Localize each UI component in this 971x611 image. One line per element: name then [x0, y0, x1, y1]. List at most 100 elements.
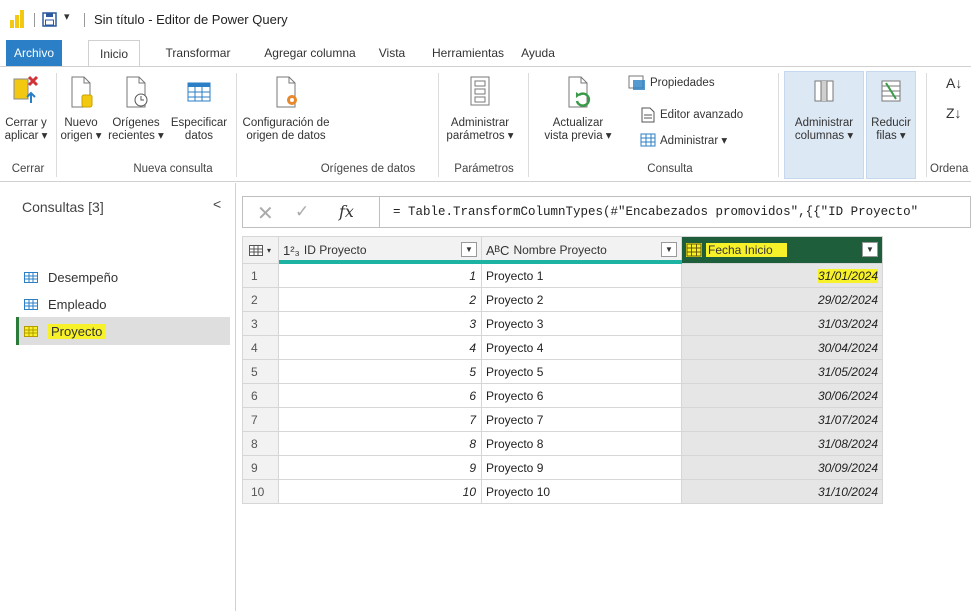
cell-id[interactable]: 6 — [278, 383, 482, 408]
cell-id[interactable]: 9 — [278, 455, 482, 480]
tab-transformar[interactable]: Transformar — [152, 40, 244, 66]
group-label-sort: Ordena — [930, 163, 969, 175]
cell-date[interactable]: 29/02/2024 — [681, 287, 883, 312]
cell-id[interactable]: 3 — [278, 311, 482, 336]
row-number[interactable]: 10 — [242, 479, 279, 504]
cell-date[interactable]: 31/10/2024 — [681, 479, 883, 504]
cell-date[interactable]: 31/08/2024 — [681, 431, 883, 456]
new-source-button[interactable]: Nuevo origen ▾ — [58, 73, 104, 143]
cell-date[interactable]: 30/04/2024 — [681, 335, 883, 360]
reduce-rows-button[interactable]: Reducir filas ▾ — [866, 73, 916, 143]
properties-button[interactable]: Propiedades — [628, 75, 715, 91]
save-icon[interactable] — [42, 12, 57, 27]
filter-dropdown-button[interactable]: ▼ — [862, 242, 878, 257]
column-header-nombre-proyecto[interactable]: AᴮC Nombre Proyecto ▼ — [481, 236, 682, 264]
tab-archivo[interactable]: Archivo — [6, 40, 62, 66]
cell-name[interactable]: Proyecto 5 — [481, 359, 682, 384]
cell-name[interactable]: Proyecto 7 — [481, 407, 682, 432]
row-number[interactable]: 9 — [242, 455, 279, 480]
cell-date[interactable]: 30/06/2024 — [681, 383, 883, 408]
recent-sources-button[interactable]: Orígenes recientes ▾ — [104, 73, 168, 143]
grid-corner-menu[interactable]: ▾ — [242, 236, 279, 264]
close-apply-button[interactable]: Cerrar y aplicar ▾ — [4, 73, 48, 143]
row-number[interactable]: 8 — [242, 431, 279, 456]
cell-name[interactable]: Proyecto 2 — [481, 287, 682, 312]
cell-id[interactable]: 4 — [278, 335, 482, 360]
number-type-icon[interactable]: 1²₃ — [283, 243, 300, 258]
query-item-label: Empleado — [48, 296, 107, 312]
group-label-close: Cerrar — [11, 163, 45, 175]
collapse-pane-button[interactable]: < — [213, 196, 221, 212]
cell-date[interactable]: 31/03/2024 — [681, 311, 883, 336]
text-type-icon[interactable]: AᴮC — [486, 243, 509, 258]
cell-date[interactable]: 31/07/2024 — [681, 407, 883, 432]
confirm-formula-icon[interactable]: ✓ — [295, 202, 309, 222]
data-grid: ▾ 1²₃ ID Proyecto ▼ AᴮC Nombre Proyecto — [242, 236, 883, 504]
date-type-icon[interactable] — [686, 243, 702, 257]
cell-name[interactable]: Proyecto 1 — [481, 263, 682, 288]
manage-parameters-button[interactable]: Administrar parámetros ▾ — [442, 73, 518, 143]
tab-agregar-columna[interactable]: Agregar columna — [252, 40, 368, 66]
cell-date[interactable]: 31/05/2024 — [681, 359, 883, 384]
cell-id[interactable]: 8 — [278, 431, 482, 456]
cell-name[interactable]: Proyecto 8 — [481, 431, 682, 456]
group-label-parameters: Parámetros — [454, 163, 514, 175]
data-source-settings-button[interactable]: Configuración de origen de datos — [238, 73, 334, 143]
column-header-id-proyecto[interactable]: 1²₃ ID Proyecto ▼ — [278, 236, 482, 264]
cell-name[interactable]: Proyecto 6 — [481, 383, 682, 408]
table-menu-icon — [249, 244, 263, 256]
power-bi-logo-icon — [10, 10, 26, 28]
row-number[interactable]: 4 — [242, 335, 279, 360]
table-row: 2 2 Proyecto 2 29/02/2024 — [242, 287, 883, 312]
fx-icon[interactable]: fx — [339, 202, 354, 221]
cancel-formula-icon[interactable]: ✕ — [257, 201, 274, 226]
parameters-icon — [470, 76, 490, 106]
manage-columns-button[interactable]: Administrar columnas ▾ — [784, 73, 864, 143]
cell-name[interactable]: Proyecto 4 — [481, 335, 682, 360]
tab-herramientas[interactable]: Herramientas — [428, 40, 508, 66]
sort-ascending-icon[interactable]: A↓ — [946, 75, 962, 91]
filter-dropdown-button[interactable]: ▼ — [661, 242, 677, 257]
sort-descending-icon[interactable]: Z↓ — [946, 105, 962, 121]
cell-name[interactable]: Proyecto 9 — [481, 455, 682, 480]
column-quality-bar — [279, 260, 482, 264]
query-item-desempeno[interactable]: Desempeño — [16, 263, 230, 291]
cell-id[interactable]: 5 — [278, 359, 482, 384]
query-item-proyecto[interactable]: Proyecto — [16, 317, 230, 345]
quick-access-dropdown[interactable]: ▾ — [64, 10, 70, 23]
cell-date[interactable]: 30/09/2024 — [681, 455, 883, 480]
cell-name[interactable]: Proyecto 3 — [481, 311, 682, 336]
new-source-icon — [71, 76, 93, 108]
row-number[interactable]: 1 — [242, 263, 279, 288]
enter-data-button[interactable]: Especificar datos — [168, 73, 230, 143]
cell-date[interactable]: 31/01/2024 — [681, 263, 883, 288]
table-row: 6 6 Proyecto 6 30/06/2024 — [242, 383, 883, 408]
cell-id[interactable]: 10 — [278, 479, 482, 504]
table-row: 5 5 Proyecto 5 31/05/2024 — [242, 359, 883, 384]
tab-inicio[interactable]: Inicio — [88, 40, 140, 67]
cell-id[interactable]: 1 — [278, 263, 482, 288]
manage-button[interactable]: Administrar ▾ — [640, 133, 727, 147]
row-number[interactable]: 5 — [242, 359, 279, 384]
ribbon-tabs: Archivo Inicio Transformar Agregar colum… — [0, 40, 971, 67]
separator — [34, 13, 35, 27]
column-name: ID Proyecto — [303, 243, 367, 257]
query-item-empleado[interactable]: Empleado — [16, 290, 230, 318]
cell-name[interactable]: Proyecto 10 — [481, 479, 682, 504]
separator — [84, 13, 85, 27]
advanced-editor-button[interactable]: Editor avanzado — [640, 107, 743, 123]
tab-ayuda[interactable]: Ayuda — [516, 40, 560, 66]
row-number[interactable]: 2 — [242, 287, 279, 312]
tab-vista[interactable]: Vista — [372, 40, 412, 66]
refresh-preview-button[interactable]: Actualizar vista previa ▾ — [536, 73, 620, 143]
cell-id[interactable]: 2 — [278, 287, 482, 312]
row-number[interactable]: 6 — [242, 383, 279, 408]
filter-dropdown-button[interactable]: ▼ — [461, 242, 477, 257]
cell-id[interactable]: 7 — [278, 407, 482, 432]
rows-icon — [881, 80, 901, 102]
row-number[interactable]: 3 — [242, 311, 279, 336]
row-number[interactable]: 7 — [242, 407, 279, 432]
column-header-fecha-inicio[interactable]: Fecha Inicio ▼ — [681, 236, 883, 264]
formula-input[interactable]: = Table.TransformColumnTypes(#"Encabezad… — [393, 205, 918, 219]
properties-icon — [628, 75, 645, 90]
